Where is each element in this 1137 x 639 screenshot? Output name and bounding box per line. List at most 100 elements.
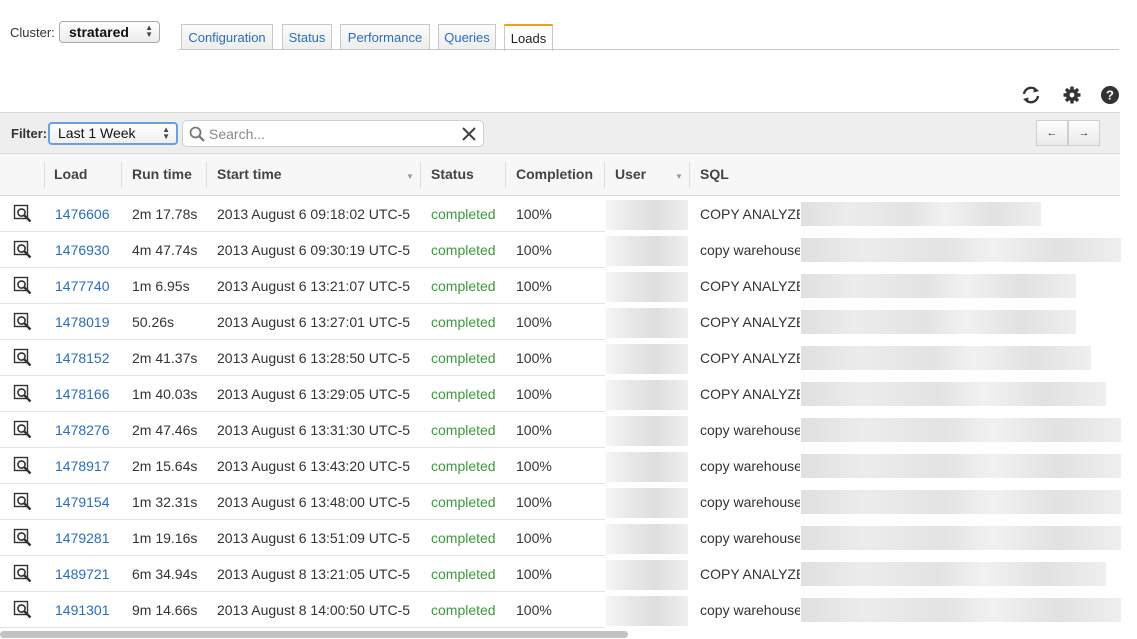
close-icon[interactable] [461,126,477,145]
filter-bar: Filter: Last 1 Week ▲ ▼ Search... ← → [0,112,1120,154]
status-cell: completed [431,566,496,582]
select-arrows-icon: ▲ ▼ [145,23,153,39]
inspect-icon[interactable] [13,492,33,512]
start-time-cell: 2013 August 6 13:29:05 UTC-5 [217,386,411,402]
inspect-icon[interactable] [13,420,33,440]
sql-cell: COPY ANALYZE [700,386,800,402]
sql-cell-redacted [801,526,1121,550]
cluster-label: Cluster: [10,25,55,40]
start-time-cell: 2013 August 8 13:21:05 UTC-5 [217,566,411,582]
start-time-cell: 2013 August 6 09:18:02 UTC-5 [217,206,411,222]
sql-cell: COPY ANALYZE [700,206,800,222]
load-id-link[interactable]: 1491301 [55,592,110,628]
table-row[interactable]: 1479281 1m 19.16s 2013 August 6 13:51:09 U… [0,520,1137,556]
inspect-icon[interactable] [13,240,33,260]
load-id-link[interactable]: 1477740 [55,268,110,304]
completion-cell: 100% [516,494,552,510]
sql-cell-redacted [801,562,1106,586]
sql-cell: COPY ANALYZE [700,314,800,330]
table-row[interactable]: 1476606 2m 17.78s 2013 August 6 09:18:02 U… [0,196,1137,232]
horizontal-scrollbar[interactable] [0,631,628,638]
top-bar: Cluster: stratared ▲ ▼ Configuration Stat… [0,0,1137,51]
table-row[interactable]: 1476930 4m 47.74s 2013 August 6 09:30:19 U… [0,232,1137,268]
start-time-cell: 2013 August 6 13:21:07 UTC-5 [217,278,411,294]
inspect-icon[interactable] [13,312,33,332]
inspect-icon[interactable] [13,276,33,296]
cluster-select-value: stratared [69,24,129,40]
start-time-cell: 2013 August 6 09:30:19 UTC-5 [217,242,411,258]
status-cell: completed [431,458,496,474]
start-time-cell: 2013 August 6 13:43:20 UTC-5 [217,458,411,474]
run-time-cell: 1m 32.31s [132,494,198,510]
gear-icon[interactable] [1061,84,1083,106]
previous-page-button[interactable]: ← [1036,120,1068,146]
tab-configuration[interactable]: Configuration [181,24,273,50]
load-id-link[interactable]: 1489721 [55,556,110,592]
column-header-completion[interactable]: Completion [506,154,593,195]
start-time-cell: 2013 August 6 13:28:50 UTC-5 [217,350,411,366]
load-id-link[interactable]: 1478917 [55,448,110,484]
load-id-link[interactable]: 1476930 [55,232,110,268]
completion-cell: 100% [516,602,552,618]
sql-cell: COPY ANALYZE [700,278,800,294]
completion-cell: 100% [516,458,552,474]
sql-cell: copy warehouse [700,242,800,258]
tab-queries[interactable]: Queries [438,24,496,50]
column-header-sql[interactable]: SQL [690,154,729,195]
completion-cell: 100% [516,530,552,546]
inspect-icon[interactable] [13,204,33,224]
load-id-link[interactable]: 1478152 [55,340,110,376]
load-id-link[interactable]: 1478019 [55,304,110,340]
table-row[interactable]: 1478276 2m 47.46s 2013 August 6 13:31:30 U… [0,412,1137,448]
inspect-icon[interactable] [13,600,33,620]
sql-cell: copy warehouse [700,494,800,510]
table-row[interactable]: 1489721 6m 34.94s 2013 August 8 13:21:05 U… [0,556,1137,592]
refresh-icon[interactable] [1020,84,1042,106]
tab-loads[interactable]: Loads [504,24,553,51]
inspect-icon[interactable] [13,384,33,404]
user-cell-redacted [606,380,688,410]
help-icon[interactable]: ? [1099,84,1121,106]
table-row[interactable]: 1491301 9m 14.66s 2013 August 8 14:00:50 U… [0,592,1137,628]
inspect-icon[interactable] [13,528,33,548]
column-header-start-time[interactable]: Start time [207,154,282,195]
sql-cell-redacted [801,382,1106,406]
column-header-load[interactable]: Load [44,154,87,195]
load-id-link[interactable]: 1478276 [55,412,110,448]
inspect-icon[interactable] [13,348,33,368]
table-row[interactable]: 1478166 1m 40.03s 2013 August 6 13:29:05 U… [0,376,1137,412]
user-cell-redacted [606,596,688,626]
table-row[interactable]: 1478917 2m 15.64s 2013 August 6 13:43:20 U… [0,448,1137,484]
tab-performance[interactable]: Performance [340,24,430,50]
inspect-icon[interactable] [13,456,33,476]
sql-cell: copy warehouse [700,530,800,546]
tab-status[interactable]: Status [282,24,332,50]
run-time-cell: 2m 47.46s [132,422,198,438]
user-cell-redacted [606,488,688,518]
column-header-status[interactable]: Status [421,154,474,195]
sql-cell-redacted [801,454,1121,478]
inspect-icon[interactable] [13,564,33,584]
tabs-divider [178,49,1119,50]
sql-cell-redacted [801,418,1121,442]
run-time-cell: 9m 14.66s [132,602,198,618]
table-row[interactable]: 1478152 2m 41.37s 2013 August 6 13:28:50 U… [0,340,1137,376]
status-cell: completed [431,422,496,438]
table-row[interactable]: 1479154 1m 32.31s 2013 August 6 13:48:00 U… [0,484,1137,520]
search-input[interactable]: Search... [182,120,484,147]
column-header-user[interactable]: User [605,154,646,195]
load-id-link[interactable]: 1479154 [55,484,110,520]
search-placeholder: Search... [209,126,266,142]
sql-cell-redacted [801,202,1041,226]
next-page-button[interactable]: → [1068,120,1100,146]
load-id-link[interactable]: 1479281 [55,520,110,556]
status-cell: completed [431,602,496,618]
load-id-link[interactable]: 1476606 [55,196,110,232]
select-arrows-icon: ▲ ▼ [162,125,170,141]
cluster-select[interactable]: stratared ▲ ▼ [59,21,160,43]
column-header-run-time[interactable]: Run time [122,154,192,195]
table-row[interactable]: 1477740 1m 6.95s 2013 August 6 13:21:07 UT… [0,268,1137,304]
table-row[interactable]: 1478019 50.26s 2013 August 6 13:27:01 UTC-… [0,304,1137,340]
load-id-link[interactable]: 1478166 [55,376,110,412]
filter-period-select[interactable]: Last 1 Week ▲ ▼ [48,122,178,145]
